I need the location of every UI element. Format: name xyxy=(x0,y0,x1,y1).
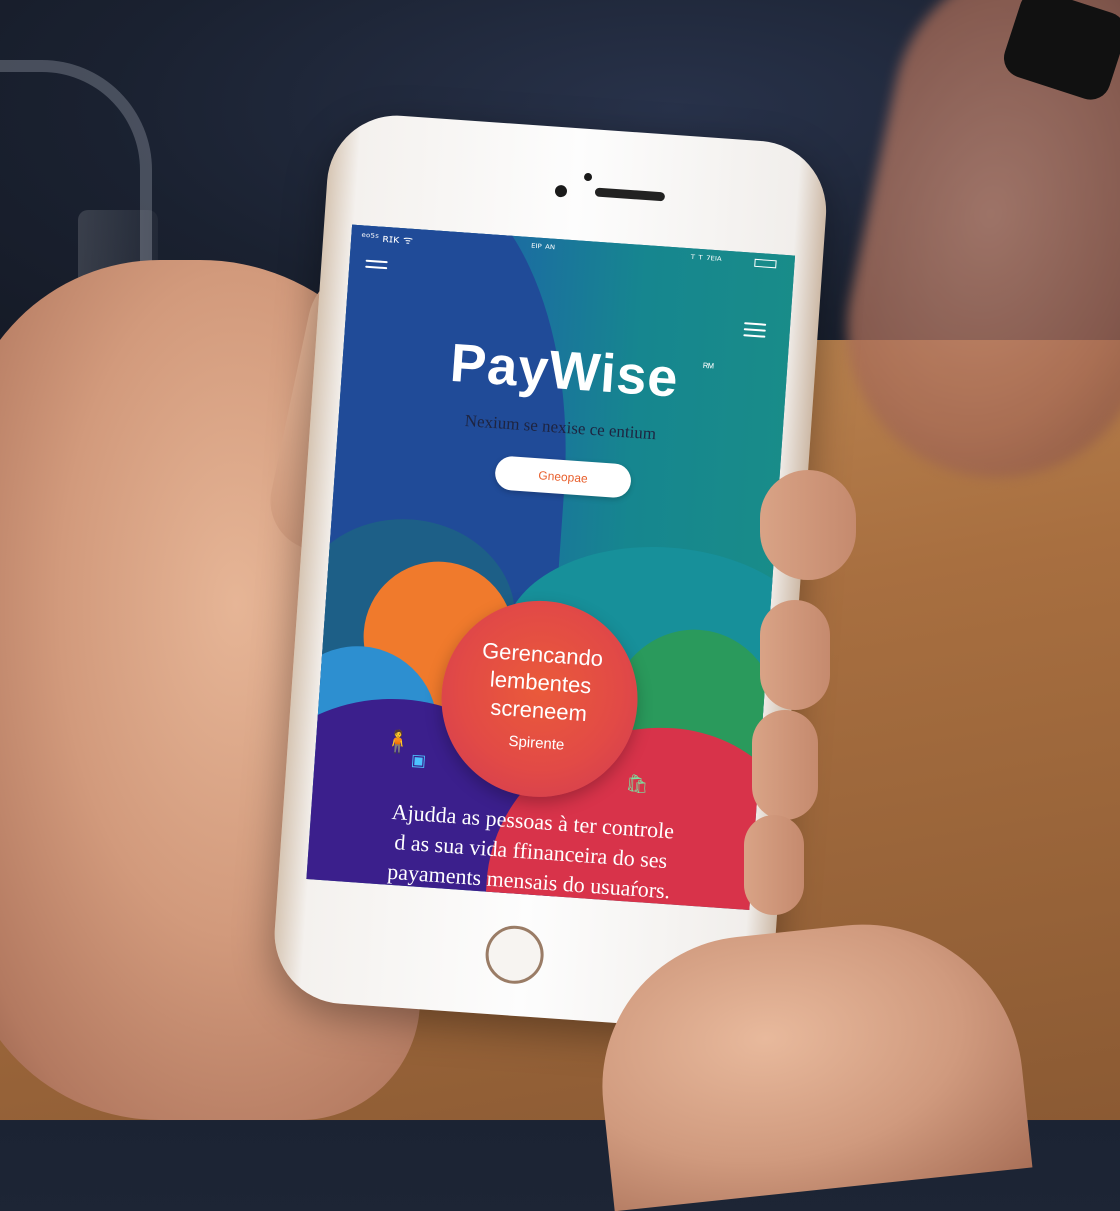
front-camera xyxy=(554,184,568,198)
trademark: ᴿᴹ xyxy=(702,361,715,375)
finger-1 xyxy=(760,470,856,580)
finger-4 xyxy=(744,815,804,915)
finger-3 xyxy=(752,710,818,820)
status-left: ᵉᵒ⁵ˢ ʀɪᴋ ᯤ xyxy=(360,230,414,247)
app-screen: ᵉᵒ⁵ˢ ʀɪᴋ ᯤ ᴱᴵᴾ ᴬᴺ ᵀ ᵀ ⁷ᴱᴵᴬ PayWise ᴿᴹ Ne… xyxy=(306,224,796,911)
home-button[interactable] xyxy=(483,923,546,986)
status-time: ᴱᴵᴾ ᴬᴺ xyxy=(530,241,556,256)
person-with-bag-icon: 🧍 xyxy=(383,728,413,756)
earpiece-speaker xyxy=(594,187,666,202)
gift-bag-icon: 🛍 xyxy=(625,773,650,795)
hamburger-menu-icon[interactable] xyxy=(365,259,388,276)
sensor-dot xyxy=(583,172,593,182)
status-right: ᵀ ᵀ ⁷ᴱᴵᴬ xyxy=(690,252,722,268)
battery-icon xyxy=(754,258,777,269)
finger-2 xyxy=(760,600,830,710)
circle-sub: Spirente xyxy=(507,732,565,754)
menu-icon[interactable] xyxy=(743,322,767,338)
shopping-bag-icon: ▣ xyxy=(410,752,427,771)
